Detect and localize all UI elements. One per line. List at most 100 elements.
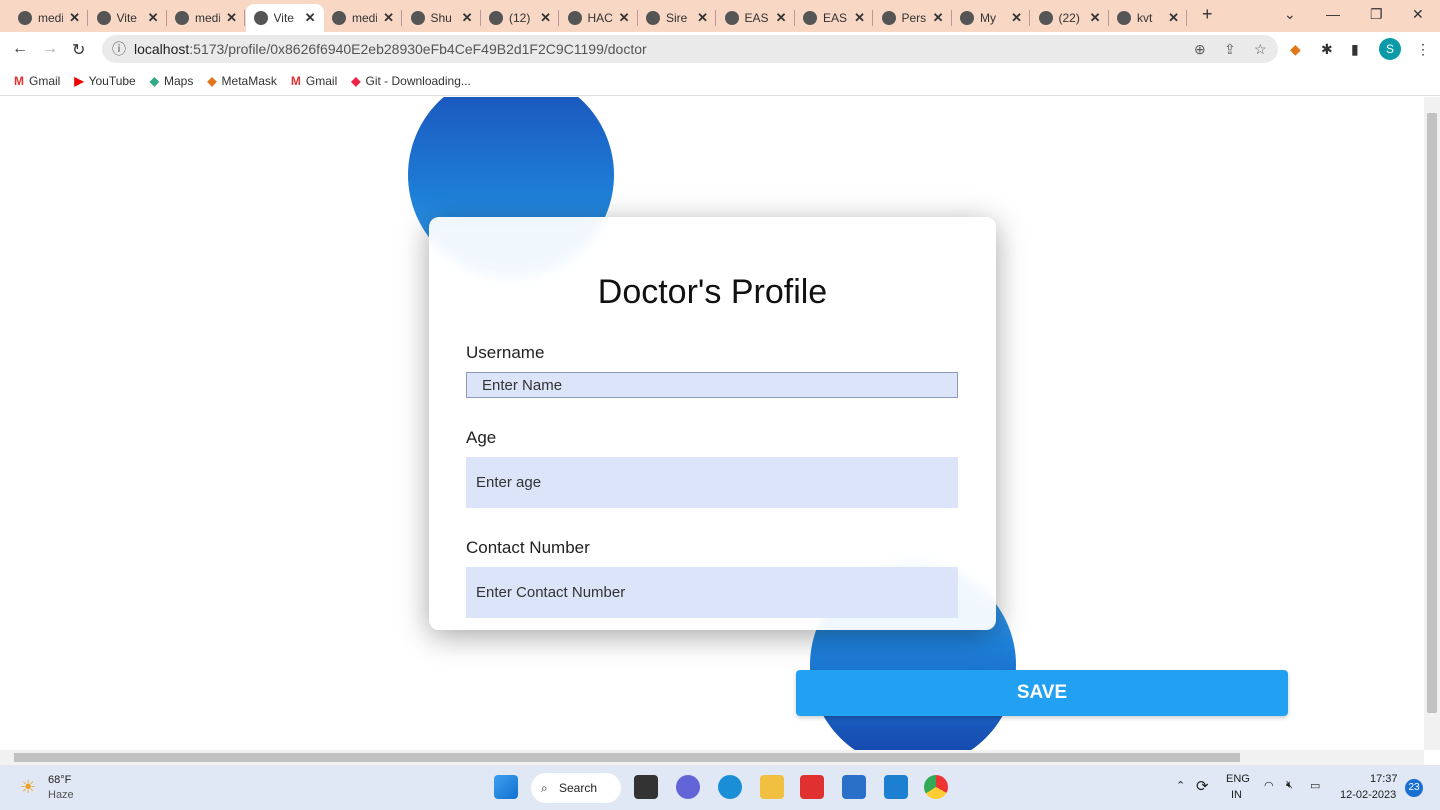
contact-label: Contact Number — [466, 538, 590, 557]
save-button[interactable]: SAVE — [796, 670, 1288, 716]
tab[interactable]: kvt ✕ — [1109, 4, 1187, 32]
close-tab-icon[interactable]: ✕ — [1168, 10, 1179, 26]
tab[interactable]: medi ✕ — [324, 4, 402, 32]
username-label: Username — [466, 343, 545, 362]
tab-divider — [1186, 10, 1187, 26]
close-tab-icon[interactable]: ✕ — [697, 10, 708, 26]
metamask-icon: ◆ — [207, 73, 217, 88]
sync-icon[interactable]: ⟳ — [1196, 777, 1209, 795]
weather-icon: ☀ — [20, 777, 37, 797]
tab[interactable]: medi ✕ — [167, 4, 245, 32]
side-panel-icon[interactable]: ▮ — [1351, 41, 1359, 58]
close-tab-icon[interactable]: ✕ — [148, 10, 159, 26]
age-input[interactable] — [466, 457, 958, 508]
tab[interactable]: Vite ✕ — [245, 4, 324, 32]
zoom-icon[interactable]: ⊕ — [1194, 35, 1206, 63]
tab[interactable]: HAC ✕ — [560, 4, 638, 32]
close-tab-icon[interactable]: ✕ — [226, 10, 237, 26]
close-tab-icon[interactable]: ✕ — [854, 10, 865, 26]
username-input[interactable] — [466, 372, 958, 398]
close-tab-icon[interactable]: ✕ — [383, 10, 394, 26]
browser-toolbar: ← → ↻ ⓘ localhost:5173/profile/0x8626f69… — [0, 32, 1440, 66]
mute-icon[interactable]: 🔇︎ — [1286, 779, 1293, 792]
profile-avatar[interactable]: S — [1379, 38, 1401, 60]
back-button[interactable]: ← — [12, 40, 28, 58]
tab-search-icon[interactable]: ⌄ — [1284, 6, 1296, 23]
temperature[interactable]: 68°F — [48, 774, 71, 786]
bookmark-item[interactable]: ◆ Maps — [150, 74, 194, 88]
minimize-button[interactable]: — — [1326, 6, 1340, 22]
tab[interactable]: Sire ✕ — [638, 4, 716, 32]
extensions-icon[interactable]: ✱ — [1321, 41, 1333, 58]
bookmark-item[interactable]: ▶ YouTube — [74, 74, 135, 88]
google-icon — [1117, 11, 1131, 25]
region-indicator[interactable]: IN — [1231, 789, 1242, 801]
vscode-icon[interactable] — [884, 775, 908, 799]
horizontal-scrollbar[interactable] — [0, 750, 1424, 765]
menu-icon[interactable]: ⋮ — [1416, 41, 1430, 58]
gmail-icon: M — [14, 73, 24, 88]
contact-input[interactable] — [466, 567, 958, 618]
tab[interactable]: (12) ✕ — [481, 4, 559, 32]
close-tab-icon[interactable]: ✕ — [305, 10, 316, 26]
tab[interactable]: EAS ✕ — [717, 4, 795, 32]
mail-icon[interactable] — [842, 775, 866, 799]
close-tab-icon[interactable]: ✕ — [462, 10, 473, 26]
tab[interactable]: (22) ✕ — [1031, 4, 1109, 32]
tab[interactable]: EAS ✕ — [795, 4, 873, 32]
close-tab-icon[interactable]: ✕ — [69, 10, 80, 26]
vertical-scrollbar[interactable] — [1424, 97, 1440, 750]
age-label: Age — [466, 428, 497, 447]
metamask-icon[interactable]: ◆ — [1290, 41, 1301, 58]
vite-icon — [253, 11, 268, 25]
chrome-icon[interactable] — [924, 775, 948, 799]
close-window-button[interactable]: ✕ — [1412, 6, 1424, 23]
weather-text[interactable]: Haze — [48, 789, 74, 801]
share-icon[interactable]: ⇪ — [1224, 35, 1236, 63]
tab[interactable]: Shu ✕ — [403, 4, 481, 32]
chat-icon[interactable] — [676, 775, 700, 799]
globe-icon — [175, 11, 189, 25]
bookmark-item[interactable]: M Gmail — [14, 74, 60, 88]
start-button[interactable] — [494, 775, 518, 799]
close-tab-icon[interactable]: ✕ — [619, 10, 630, 26]
tab[interactable]: My ✕ — [952, 4, 1030, 32]
close-tab-icon[interactable]: ✕ — [776, 10, 787, 26]
address-bar[interactable]: ⓘ localhost:5173/profile/0x8626f6940E2eb… — [102, 35, 1278, 63]
language-indicator[interactable]: ENG — [1226, 773, 1250, 785]
bookmark-item[interactable]: M Gmail — [291, 74, 337, 88]
reload-button[interactable]: ↻ — [72, 40, 85, 60]
close-tab-icon[interactable]: ✕ — [1090, 10, 1101, 26]
tab[interactable]: medi ✕ — [10, 4, 88, 32]
maximize-button[interactable]: ❐ — [1370, 6, 1383, 23]
clock-date[interactable]: 12-02-2023 — [1340, 789, 1396, 801]
bookmark-star-icon[interactable]: ☆ — [1254, 35, 1267, 63]
git-icon: ◆ — [351, 73, 361, 88]
close-tab-icon[interactable]: ✕ — [1011, 10, 1022, 26]
bookmarks-bar: M Gmail ▶ YouTube ◆ Maps ◆ MetaMask M Gmail ◆ Git -… — [0, 66, 1440, 96]
new-tab-button[interactable]: + — [1202, 4, 1213, 25]
clock-time[interactable]: 17:37 — [1370, 773, 1398, 785]
file-explorer-icon[interactable] — [760, 775, 784, 799]
forward-button[interactable]: → — [42, 40, 58, 58]
wps-office-icon[interactable] — [800, 775, 824, 799]
close-tab-icon[interactable]: ✕ — [933, 10, 944, 26]
bookmark-item[interactable]: ◆ Git - Downloading... — [351, 74, 471, 88]
chevron-up-icon[interactable]: ⌃ — [1176, 779, 1185, 792]
taskbar-search[interactable]: ⌕ Search — [531, 773, 621, 803]
page-content: Doctor's Profile Username Age Contact Nu… — [0, 97, 1424, 750]
tab[interactable]: Vite ✕ — [89, 4, 167, 32]
info-icon[interactable]: ⓘ — [112, 35, 126, 63]
canva-icon — [724, 11, 739, 25]
bookmark-item[interactable]: ◆ MetaMask — [207, 74, 277, 88]
task-view-icon[interactable] — [634, 775, 658, 799]
sire-icon — [646, 11, 660, 25]
close-tab-icon[interactable]: ✕ — [540, 10, 551, 26]
battery-icon[interactable]: ▭ — [1310, 779, 1320, 792]
tab[interactable]: Pers ✕ — [874, 4, 952, 32]
taskbar: ☀ 68°F Haze ⌕ Search ⌃ ⟳ ENG IN ◠ 🔇︎ ▭ 17… — [0, 765, 1440, 810]
notification-badge[interactable]: 23 — [1405, 779, 1423, 797]
wifi-icon[interactable]: ◠ — [1264, 779, 1274, 792]
edge-icon[interactable] — [718, 775, 742, 799]
globe-icon — [18, 11, 32, 25]
